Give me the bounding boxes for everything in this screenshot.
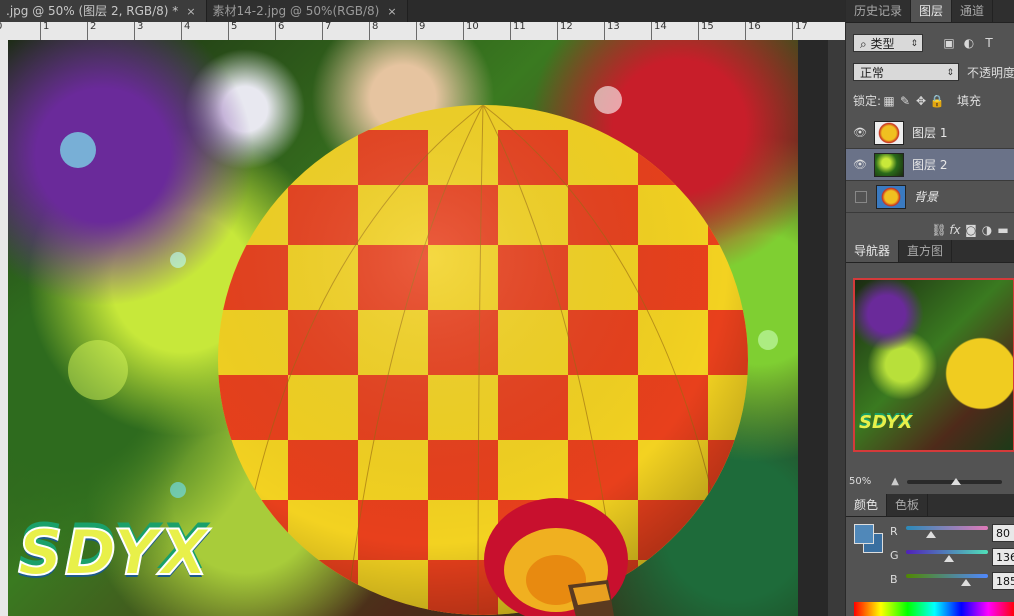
layer-name: 图层 1	[912, 126, 948, 140]
ruler-tick: 14	[651, 22, 667, 40]
navigator-panel-tabs: 导航器 直方图	[846, 240, 1014, 263]
watermark-logo: SDYX	[17, 516, 211, 589]
filter-kind-label: 类型	[870, 37, 895, 51]
ruler-tick: 0	[0, 22, 2, 40]
channel-label-g: G	[890, 549, 899, 562]
zoom-out-icon[interactable]: ▲	[891, 476, 899, 487]
fill-label: 填充	[957, 94, 982, 108]
eye-icon[interactable]: 👁	[846, 158, 874, 171]
red-slider-thumb[interactable]	[926, 531, 937, 538]
layer-row-selected[interactable]: 👁 图层 2	[846, 149, 1014, 181]
ruler-tick: 3	[134, 22, 143, 40]
green-slider[interactable]	[906, 550, 988, 554]
eye-icon[interactable]: 👁	[846, 126, 874, 139]
channel-label-r: R	[890, 525, 898, 538]
tab-layers[interactable]: 图层	[911, 0, 953, 22]
layer-name: 背景	[914, 190, 939, 204]
blend-mode-select[interactable]: 正常 ⇕	[853, 63, 959, 81]
layer-row[interactable]: 背景	[846, 181, 1014, 213]
document-tabs: .jpg @ 50% (图层 2, RGB/8) * × 素材14-2.jpg @…	[0, 0, 845, 23]
document-tab-inactive[interactable]: 素材14-2.jpg @ 50%(RGB/8) ×	[206, 0, 408, 22]
blend-mode-label: 正常	[860, 66, 885, 80]
tab-label: .jpg @ 50% (图层 2, RGB/8) *	[6, 4, 179, 18]
ruler-tick: 2	[87, 22, 96, 40]
right-panel: 历史记录 图层 通道 ⌕ 类型 ⇕ ▣ ◐ T 正常 ⇕ 不透明度 锁定: ▦ ✎ …	[845, 0, 1014, 616]
visibility-checkbox[interactable]	[855, 190, 867, 203]
ruler-tick: 12	[557, 22, 573, 40]
dropdown-arrow-icon: ⇕	[946, 68, 954, 78]
dropdown-arrow-icon: ⇕	[910, 39, 918, 49]
tab-swatches[interactable]: 色板	[887, 494, 929, 516]
close-icon[interactable]: ×	[387, 5, 396, 18]
blue-slider-thumb[interactable]	[960, 579, 971, 586]
layer-name: 图层 2	[912, 158, 948, 172]
fx-icon[interactable]: fx	[947, 222, 963, 238]
zoom-slider[interactable]	[906, 477, 1002, 485]
ruler-tick: 4	[181, 22, 190, 40]
ruler-tick: 9	[416, 22, 425, 40]
ruler-tick: 8	[369, 22, 378, 40]
ruler-tick: 6	[275, 22, 284, 40]
ruler-tick: 17	[792, 22, 808, 40]
tab-histogram[interactable]: 直方图	[899, 240, 953, 262]
image-filter-icon[interactable]: ▣	[941, 35, 957, 51]
mask-icon[interactable]: ◙	[963, 222, 979, 238]
ruler-tick: 16	[745, 22, 761, 40]
folder-icon[interactable]: ▬	[995, 222, 1011, 238]
adjustment-icon[interactable]: ◑	[979, 222, 995, 238]
layer-thumbnail	[876, 184, 906, 209]
navigator-preview[interactable]: SDYX	[853, 278, 1014, 452]
navigator-watermark: SDYX	[859, 412, 913, 433]
balloon-image[interactable]: SDYX	[8, 40, 798, 616]
ruler-tick: 13	[604, 22, 620, 40]
zoom-slider-thumb[interactable]	[950, 477, 961, 485]
lock-paint-icon[interactable]: ✎	[897, 93, 913, 109]
tab-history[interactable]: 历史记录	[846, 0, 912, 22]
tab-label: 素材14-2.jpg @ 50%(RGB/8)	[212, 4, 380, 18]
tab-color[interactable]: 颜色	[846, 494, 888, 516]
ruler-tick: 11	[510, 22, 526, 40]
red-value-input[interactable]: 80	[992, 524, 1014, 542]
lock-move-icon[interactable]: ✥	[913, 93, 929, 109]
layer-filter-select[interactable]: ⌕ 类型 ⇕	[853, 34, 923, 52]
type-filter-icon[interactable]: T	[981, 35, 997, 51]
lock-transparency-icon[interactable]: ▦	[881, 93, 897, 109]
vertical-scrollbar[interactable]	[828, 40, 845, 616]
lock-label: 锁定:	[853, 94, 882, 108]
horizontal-ruler[interactable]: 01234567891011121314151617	[0, 22, 845, 41]
lock-all-icon[interactable]: 🔒	[929, 93, 945, 109]
color-panel-tabs: 颜色 色板	[846, 494, 1014, 517]
zoom-level[interactable]: 50%	[849, 476, 871, 487]
ruler-tick: 15	[698, 22, 714, 40]
opacity-label: 不透明度	[966, 65, 1014, 80]
ruler-tick: 10	[463, 22, 479, 40]
tab-navigator[interactable]: 导航器	[846, 240, 900, 262]
green-slider-thumb[interactable]	[944, 555, 955, 562]
blue-slider[interactable]	[906, 574, 988, 578]
layer-row[interactable]: 👁 图层 1	[846, 117, 1014, 149]
layer-thumbnail	[874, 152, 904, 177]
close-icon[interactable]: ×	[186, 5, 195, 18]
layer-thumbnail	[874, 120, 904, 145]
adjustment-filter-icon[interactable]: ◐	[961, 35, 977, 51]
foreground-color-swatch[interactable]	[854, 524, 874, 544]
document-tab-active[interactable]: .jpg @ 50% (图层 2, RGB/8) * ×	[0, 0, 207, 22]
tab-channels[interactable]: 通道	[952, 0, 994, 22]
search-icon: ⌕	[860, 37, 871, 51]
channel-label-b: B	[890, 573, 898, 586]
ruler-tick: 7	[322, 22, 331, 40]
ruler-tick: 1	[40, 22, 49, 40]
layers-panel-tabs: 历史记录 图层 通道	[846, 0, 1014, 23]
canvas-area[interactable]: SDYX	[8, 40, 845, 616]
link-icon[interactable]: ⛓	[931, 222, 947, 238]
green-value-input[interactable]: 136	[992, 548, 1014, 566]
color-spectrum-bar[interactable]	[854, 602, 1014, 616]
ruler-tick: 5	[228, 22, 237, 40]
red-slider[interactable]	[906, 526, 988, 530]
blue-value-input[interactable]: 185	[992, 572, 1014, 590]
